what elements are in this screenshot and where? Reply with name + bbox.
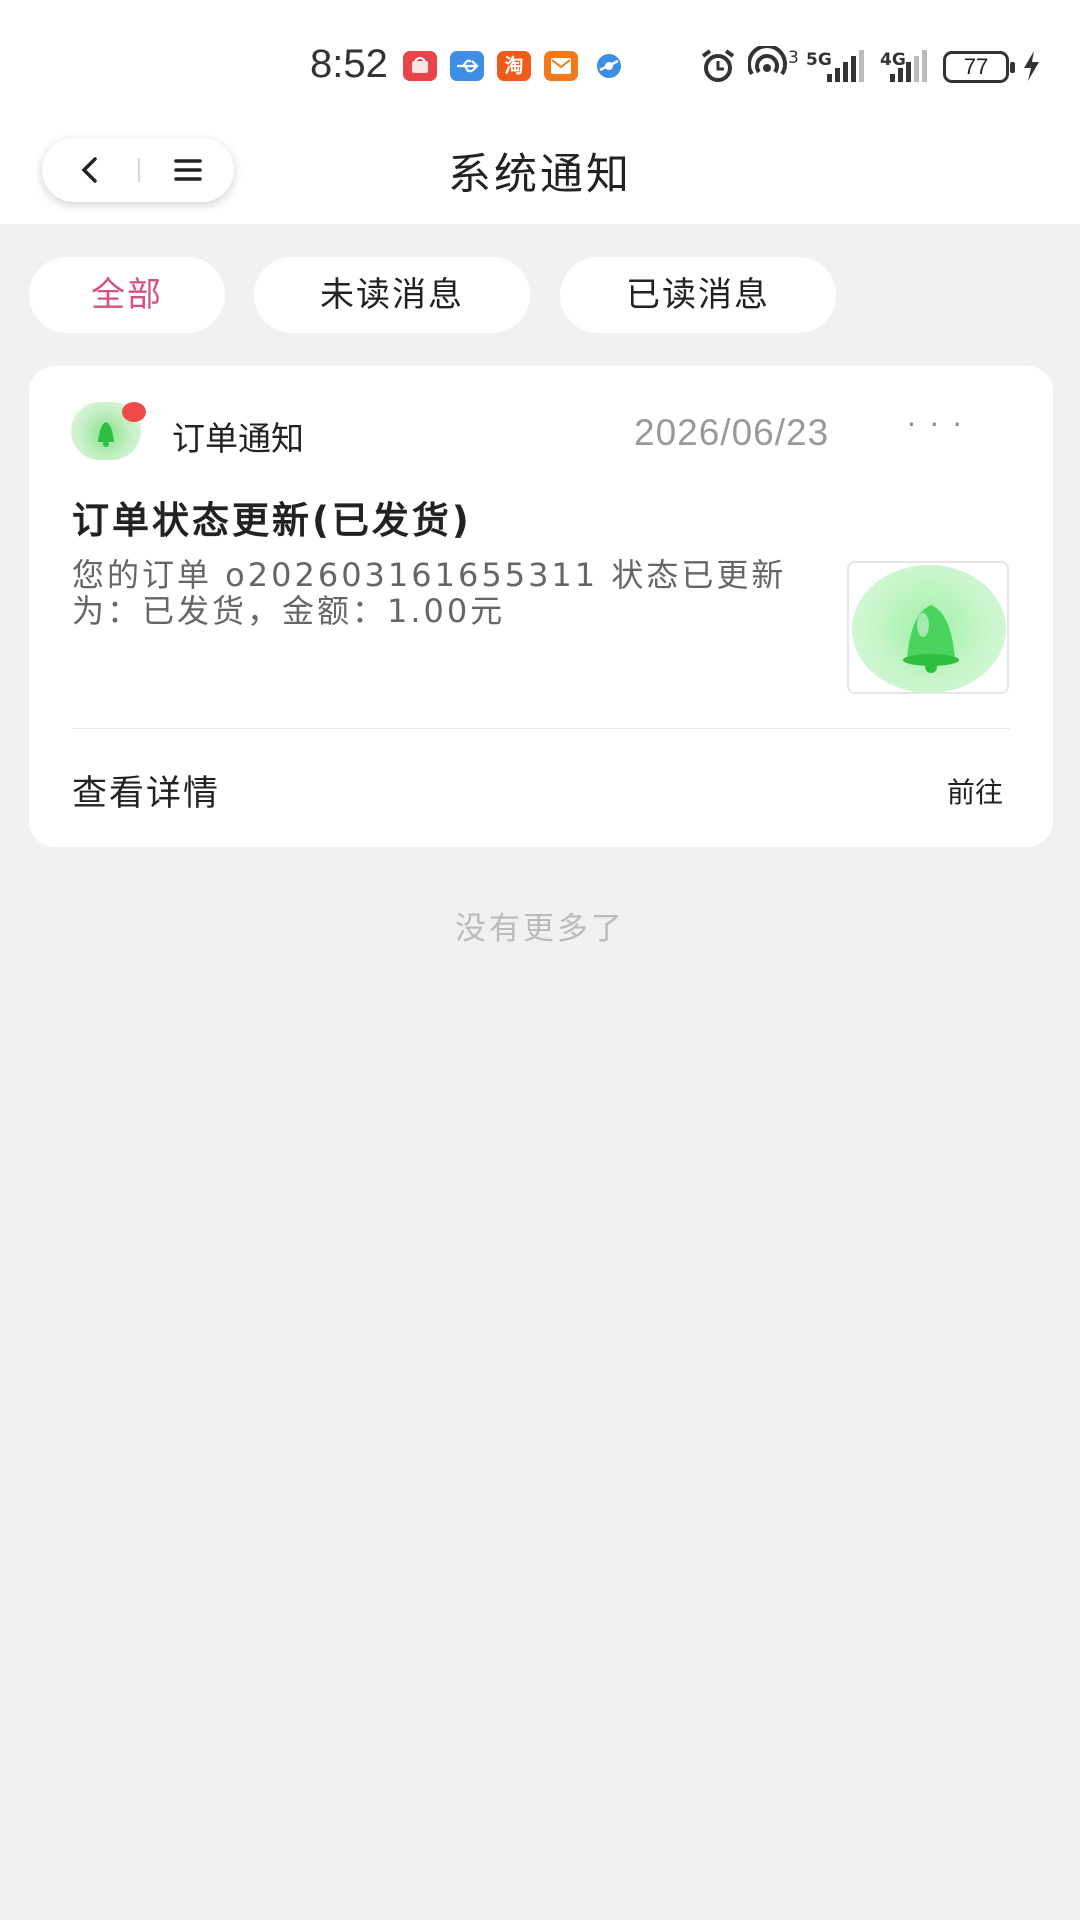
notification-date: 2026/06/23 xyxy=(634,412,830,453)
signal-4g-icon xyxy=(888,46,932,86)
signal-5g-icon xyxy=(825,46,869,86)
notification-body: 您的订单 o202603161655311 状态已更新为：已发货，金额：1.00… xyxy=(72,556,787,630)
back-button[interactable] xyxy=(50,138,130,202)
bell-icon xyxy=(903,605,959,673)
huawei-store-icon xyxy=(403,51,437,81)
chevron-left-icon xyxy=(81,157,97,183)
go-link[interactable]: 前往 xyxy=(947,771,1003,811)
tab-unread[interactable]: 未读消息 xyxy=(254,257,530,333)
hotspot-count: 3 xyxy=(788,48,799,68)
alarm-icon xyxy=(698,46,738,86)
nav-capsule xyxy=(42,138,234,202)
unread-dot xyxy=(122,402,146,422)
capsule-divider xyxy=(138,158,140,182)
no-more-text: 没有更多了 xyxy=(455,911,625,947)
usb-icon xyxy=(450,51,484,81)
menu-button[interactable] xyxy=(148,138,228,202)
battery-indicator: 77 xyxy=(943,51,1015,83)
browser-icon xyxy=(592,51,626,81)
tab-all[interactable]: 全部 xyxy=(29,257,225,333)
taobao-icon: 淘 xyxy=(497,51,531,81)
hamburger-menu-icon xyxy=(174,159,202,181)
notification-card[interactable]: 订单通知 2026/06/23 ··· 订单状态更新(已发货) 您的订单 o20… xyxy=(29,366,1053,847)
more-options-button[interactable]: ··· xyxy=(907,408,976,441)
notification-thumbnail xyxy=(847,561,1009,694)
page-title: 系统通知 xyxy=(448,150,632,200)
card-divider xyxy=(72,728,1010,729)
status-time: 8:52 xyxy=(310,42,388,86)
notification-title: 订单状态更新(已发货) xyxy=(72,499,472,542)
tab-read[interactable]: 已读消息 xyxy=(560,257,836,333)
view-details-label[interactable]: 查看详情 xyxy=(72,765,220,816)
notification-category: 订单通知 xyxy=(172,419,304,458)
charging-icon xyxy=(1020,46,1042,86)
mail-app-icon xyxy=(544,51,578,81)
